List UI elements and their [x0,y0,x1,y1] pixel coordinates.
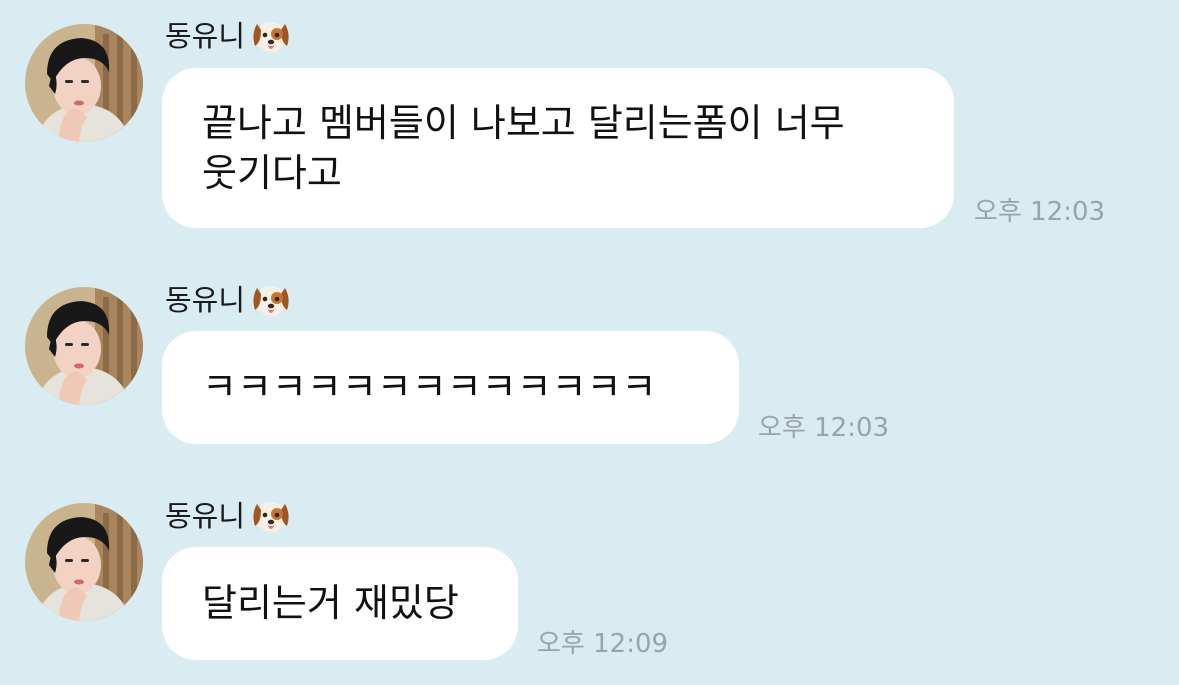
sender-name-text: 동유니 [165,499,246,533]
chat-message: 동유니 달리는거 재밌당 오후 12:09 [0,0,1179,680]
dog-face-icon [249,496,293,536]
sender-name: 동유니 [165,496,293,536]
message-bubble[interactable]: 달리는거 재밌당 [162,547,518,660]
message-text: 달리는거 재밌당 [202,581,459,625]
profile-photo [25,503,143,621]
message-timestamp: 오후 12:09 [537,629,669,659]
avatar[interactable] [25,503,143,621]
